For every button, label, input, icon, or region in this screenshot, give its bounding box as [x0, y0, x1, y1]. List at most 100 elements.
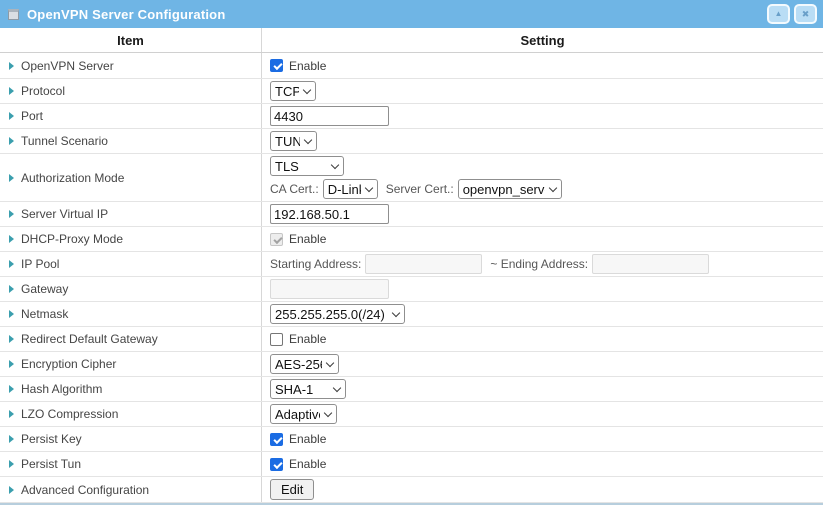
item-bullet-icon [9, 260, 14, 268]
setting-cell [262, 277, 823, 301]
setting-cell: Edit [262, 477, 823, 502]
tunnel-scenario-select[interactable]: TUN [270, 131, 317, 151]
hash-algorithm-select[interactable]: SHA-1 [270, 379, 346, 399]
chevron-down-icon [303, 85, 311, 93]
select-value: openvpn_server [463, 182, 545, 197]
item-label: Protocol [21, 84, 65, 98]
setting-cell: Adaptive [262, 402, 823, 426]
select-value: Adaptive [275, 407, 320, 422]
item-cell: Gateway [0, 277, 262, 301]
setting-line: Enable [270, 432, 326, 446]
setting-cell [262, 202, 823, 226]
item-label: Authorization Mode [21, 171, 124, 185]
item-bullet-icon [9, 385, 14, 393]
close-button[interactable]: ✖ [794, 4, 817, 24]
table-row: Tunnel ScenarioTUN [0, 129, 823, 154]
item-bullet-icon [9, 410, 14, 418]
setting-label: Server Cert.: [386, 182, 454, 196]
redirect-default-gateway-enable-checkbox-wrap: Enable [270, 332, 326, 346]
item-label: Persist Tun [21, 457, 81, 471]
table-row: OpenVPN ServerEnable [0, 53, 823, 79]
table-header-row: Item Setting [0, 28, 823, 53]
setting-line: Enable [270, 232, 326, 246]
item-label: Encryption Cipher [21, 357, 116, 371]
ca-cert-select[interactable]: D-Link [323, 179, 378, 199]
port-input[interactable] [270, 106, 389, 126]
close-icon: ✖ [802, 10, 810, 19]
table-row: DHCP-Proxy Mode Enable [0, 227, 823, 252]
setting-cell: 255.255.255.0(/24) [262, 302, 823, 326]
item-label: Server Virtual IP [21, 207, 108, 221]
persist-tun-enable-checkbox[interactable] [270, 458, 283, 471]
item-cell: Protocol [0, 79, 262, 103]
openvpn-server-enable-checkbox-wrap: Enable [270, 59, 326, 73]
item-bullet-icon [9, 335, 14, 343]
chevron-down-icon [326, 358, 334, 366]
column-header-item: Item [0, 28, 262, 52]
setting-line: Starting Address:~ Ending Address: [270, 254, 709, 274]
setting-line: Enable [270, 59, 326, 73]
checkbox-label: Enable [289, 457, 326, 471]
setting-line: TLS [270, 156, 344, 176]
item-bullet-icon [9, 235, 14, 243]
item-bullet-icon [9, 285, 14, 293]
authorization-mode-select[interactable]: TLS [270, 156, 344, 176]
encryption-cipher-select[interactable]: AES-256 [270, 354, 339, 374]
setting-cell: SHA-1 [262, 377, 823, 401]
item-cell: Persist Tun [0, 452, 262, 476]
setting-line: TUN [270, 131, 317, 151]
dhcp-proxy-mode-enable-checkbox [270, 233, 283, 246]
chevron-down-icon [333, 383, 341, 391]
item-cell: Port [0, 104, 262, 128]
item-bullet-icon [9, 112, 14, 120]
setting-cell: Enable [262, 327, 823, 351]
item-bullet-icon [9, 460, 14, 468]
ip-pool-ending-address-input [592, 254, 709, 274]
item-bullet-icon [9, 360, 14, 368]
item-bullet-icon [9, 174, 14, 182]
config-table: Item Setting OpenVPN ServerEnable Protoco… [0, 28, 823, 505]
table-row: Netmask255.255.255.0(/24) [0, 302, 823, 327]
item-label: Gateway [21, 282, 68, 296]
server-cert-select[interactable]: openvpn_server [458, 179, 562, 199]
item-bullet-icon [9, 210, 14, 218]
item-label: Redirect Default Gateway [21, 332, 158, 346]
collapse-button[interactable]: ▲ [767, 4, 790, 24]
item-label: Hash Algorithm [21, 382, 102, 396]
config-table-body: OpenVPN ServerEnable Protocol TCP PortTunne… [0, 53, 823, 503]
item-label: DHCP-Proxy Mode [21, 232, 123, 246]
setting-line: Adaptive [270, 404, 337, 424]
setting-cell: TUN [262, 129, 823, 153]
titlebar: OpenVPN Server Configuration ▲ ✖ [0, 0, 823, 28]
lzo-compression-select[interactable]: Adaptive [270, 404, 337, 424]
chevron-down-icon [324, 408, 332, 416]
table-row: LZO Compression Adaptive [0, 402, 823, 427]
item-cell: LZO Compression [0, 402, 262, 426]
item-label: IP Pool [21, 257, 59, 271]
select-value: TLS [275, 159, 299, 174]
persist-key-enable-checkbox[interactable] [270, 433, 283, 446]
ip-pool-starting-address-input [365, 254, 482, 274]
setting-line: Enable [270, 332, 326, 346]
table-row: Advanced ConfigurationEdit [0, 477, 823, 503]
setting-cell: Enable [262, 53, 823, 78]
table-row: Redirect Default Gateway Enable [0, 327, 823, 352]
item-bullet-icon [9, 87, 14, 95]
netmask-select[interactable]: 255.255.255.0(/24) [270, 304, 405, 324]
openvpn-server-enable-checkbox[interactable] [270, 59, 283, 72]
persist-tun-enable-checkbox-wrap: Enable [270, 457, 326, 471]
item-cell: Server Virtual IP [0, 202, 262, 226]
advanced-configuration-edit-button[interactable]: Edit [270, 479, 314, 500]
protocol-select[interactable]: TCP [270, 81, 316, 101]
setting-line [270, 106, 389, 126]
item-cell: IP Pool [0, 252, 262, 276]
setting-line: CA Cert.:D-LinkServer Cert.:openvpn_serv… [270, 179, 562, 199]
chevron-down-icon [548, 183, 556, 191]
gateway-input [270, 279, 389, 299]
setting-line [270, 204, 389, 224]
select-value: 255.255.255.0(/24) [275, 307, 385, 322]
server-virtual-ip-input[interactable] [270, 204, 389, 224]
item-cell: Persist Key [0, 427, 262, 451]
redirect-default-gateway-enable-checkbox[interactable] [270, 333, 283, 346]
chevron-up-icon: ▲ [775, 10, 783, 18]
